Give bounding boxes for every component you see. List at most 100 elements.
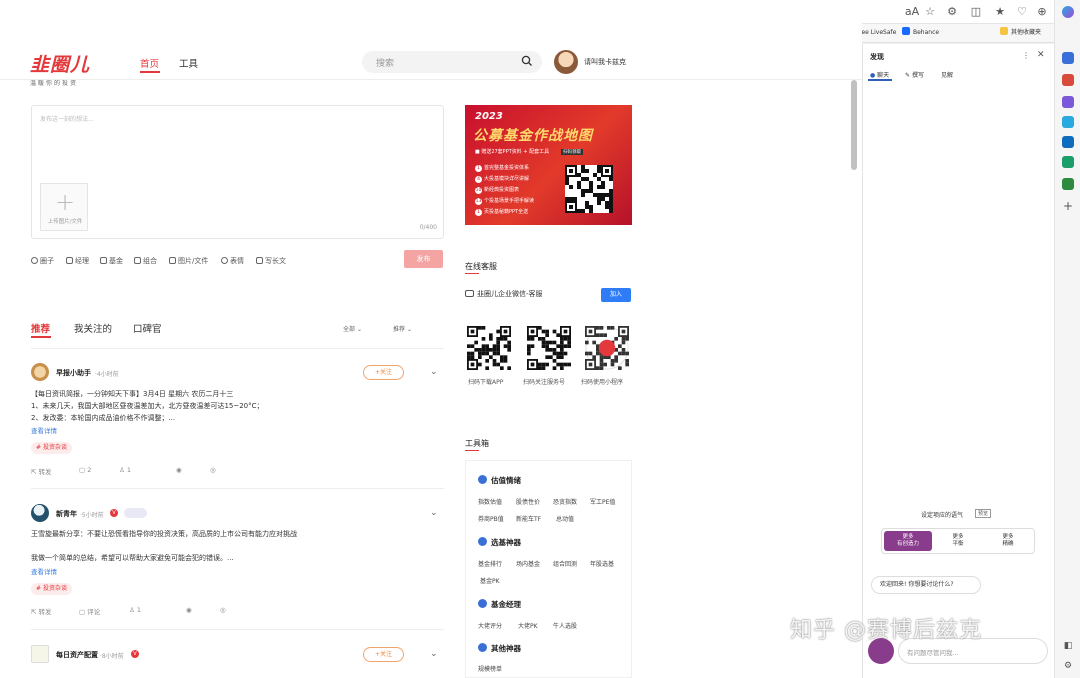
search-input[interactable]: 搜索 [362,51,542,73]
tool-link[interactable]: 大佬评分 [478,621,502,630]
post-author[interactable]: 每日资产配置 [56,650,98,660]
tool-long-article[interactable]: 写长文 [256,256,286,266]
page-scrollbar[interactable] [851,80,857,170]
tool-manager[interactable]: 经理 [66,256,89,266]
tab-compose[interactable]: ✎ 撰写 [905,70,924,79]
tool-fund[interactable]: 基金 [100,256,123,266]
nav-tools[interactable]: 工具 [179,56,198,70]
compose-icon: ✎ [905,72,912,79]
repost-button[interactable]: ⇱ 转发 [31,606,52,616]
tab-reputation[interactable]: 口碑官 [133,321,162,335]
join-button[interactable]: 加入 [601,288,631,302]
outlook-icon[interactable] [1062,136,1074,148]
post-body[interactable]: 王雪旋最新分享：不要让恐慌看指导你的投资决策，高品质的上市公司有能力应对挑战 我… [31,528,441,564]
tool-link[interactable]: 场内基金 [516,559,540,568]
post-author[interactable]: 新青年 [56,509,77,519]
publish-button[interactable]: 发布 [404,250,443,268]
tool-link[interactable]: 大佬PK [518,621,538,630]
wechat-share-icon[interactable]: ◉ [186,606,192,614]
mini-program-code-icon[interactable] [585,326,629,370]
weibo-share-icon[interactable]: ◎ [220,606,226,614]
read-aloud-icon[interactable]: aA [904,5,920,18]
split-screen-icon[interactable]: ◫ [968,5,984,18]
tool-image-file[interactable]: 图片/文件 [169,256,208,266]
nav-home[interactable]: 首页 [140,56,159,70]
chevron-down-icon[interactable]: ⌄ [430,508,438,518]
tool-link[interactable]: 新能车TF [516,514,541,523]
user-avatar[interactable] [554,50,578,74]
bookmark-item[interactable]: 其他收藏夹 [1000,27,1041,36]
post-tag[interactable]: # 投资杂谈 [31,442,72,454]
tab-chat[interactable]: ● 聊天 [870,70,889,79]
send-icon[interactable] [1062,156,1074,168]
qr-code-icon[interactable] [527,326,571,370]
read-more-link[interactable]: 查看详情 [31,425,57,435]
tab-following[interactable]: 我关注的 [74,321,112,335]
weibo-share-icon[interactable]: ◎ [210,466,216,474]
username[interactable]: 请叫我卡兹克 [584,57,626,67]
follow-button[interactable]: +关注 [363,365,404,380]
promo-banner[interactable]: 2023 公募基金作战地图 ■ 赠送27套PPT资料 + 配套工具 扫码领取 1… [465,105,632,225]
avatar[interactable] [31,645,49,663]
tree-icon[interactable] [1062,178,1074,190]
repost-button[interactable]: ⇱ 转发 [31,466,52,476]
avatar[interactable] [31,504,49,522]
tool-link[interactable]: 指数估值 [478,497,502,506]
games-icon[interactable] [1062,96,1074,108]
follow-button[interactable]: +关注 [363,647,404,662]
like-button[interactable]: ♙ 1 [129,606,141,614]
tool-link[interactable]: 基金排行 [478,559,502,568]
comment-button[interactable]: ▢ 2 [79,466,91,474]
search-icon[interactable] [521,55,533,67]
tool-link[interactable]: 规模榜单 [478,664,502,673]
tool-link[interactable]: 总动值 [556,514,574,523]
post-tag[interactable]: # 投资杂谈 [31,583,72,595]
favorite-star-icon[interactable]: ☆ [922,5,938,18]
wechat-share-icon[interactable]: ◉ [176,466,182,474]
tool-circle[interactable]: 圈子 [31,256,54,266]
tool-link[interactable]: 组合回测 [553,559,577,568]
tag-icon[interactable] [1062,52,1074,64]
filter-sort-dropdown[interactable]: 推荐 ⌄ [393,324,412,333]
copilot-icon[interactable] [1062,6,1074,18]
microsoft365-icon[interactable] [1062,116,1074,128]
like-button[interactable]: ♙ 1 [119,466,131,474]
tool-link[interactable]: 恐贪指数 [553,497,577,506]
chevron-down-icon[interactable]: ⌄ [430,649,438,659]
add-icon[interactable]: + [1062,200,1074,212]
tool-emoji[interactable]: 表情 [221,256,244,266]
tools-icon[interactable] [1062,74,1074,86]
upload-button[interactable]: + 上传图片/文件 [40,183,88,231]
post-body[interactable]: 【每日资讯简报，一分钟知天下事】3月4日 星期六 农历二月十三 1、未来几天，我… [31,388,441,424]
settings-gear-icon[interactable]: ⚙ [1062,660,1074,672]
tool-link[interactable]: 基金PK [480,576,500,585]
site-logo[interactable]: 韭圈儿 温暖你的投资 [30,50,90,87]
read-more-link[interactable]: 查看详情 [31,566,57,576]
browser-essentials-icon[interactable]: ♡ [1014,5,1030,18]
post-author[interactable]: 早报小助手 [56,368,91,378]
tab-insights[interactable]: 见解 [941,70,953,79]
tone-creative[interactable]: 更多 有创造力 [884,531,932,551]
tool-link[interactable]: 券商PB值 [478,514,504,523]
tool-link[interactable]: 军工PE值 [590,497,615,506]
bookmark-item[interactable]: Behance [902,27,939,36]
filter-all-dropdown[interactable]: 全部 ⌄ [343,324,362,333]
favorites-icon[interactable]: ★ [992,5,1008,18]
panel-icon[interactable]: ◧ [1062,640,1074,652]
tool-link[interactable]: 牛人选股 [553,621,577,630]
more-icon[interactable]: ⋮ [1022,51,1030,60]
qr-code-icon[interactable] [467,326,511,370]
chevron-down-icon[interactable]: ⌄ [430,367,438,377]
close-icon[interactable]: ✕ [1037,50,1045,60]
tone-balanced[interactable]: 更多 平衡 [934,531,982,551]
avatar[interactable] [31,363,49,381]
tool-portfolio[interactable]: 组合 [134,256,157,266]
tool-link[interactable]: 股债性价 [516,497,540,506]
extensions-icon[interactable]: ⚙ [944,5,960,18]
collections-icon[interactable]: ⊕ [1034,5,1050,18]
tab-recommend[interactable]: 推荐 [31,321,50,335]
tool-link[interactable]: 年股选基 [590,559,614,568]
comment-button[interactable]: ▢ 评论 [79,606,100,616]
tone-precise[interactable]: 更多 精确 [984,531,1032,551]
post-composer[interactable]: 发布这一刻的想法... + 上传图片/文件 0/400 [31,105,444,239]
